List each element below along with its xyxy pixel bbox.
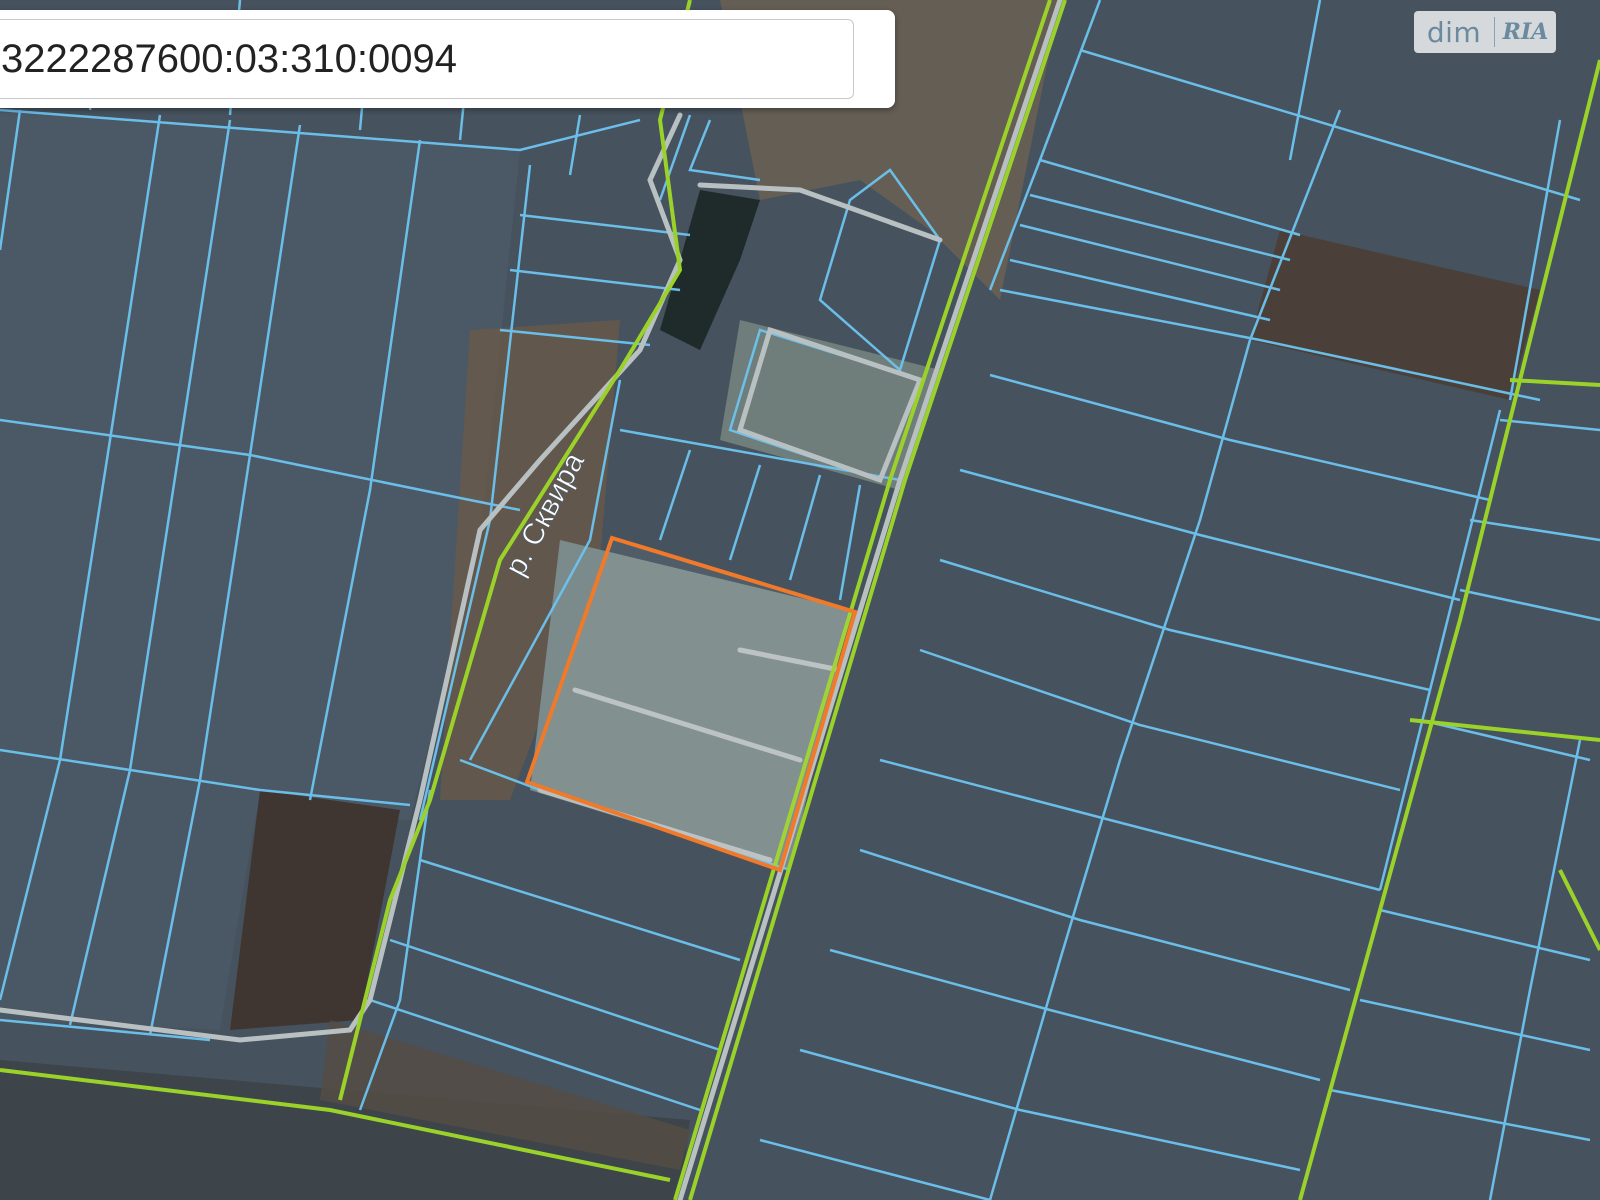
cadastral-search-box xyxy=(0,10,895,108)
dim-ria-watermark: dim RIA xyxy=(1414,11,1556,53)
watermark-dim: dim xyxy=(1426,15,1482,49)
cadastral-map[interactable]: р. Сквира xyxy=(0,0,1600,1200)
watermark-ria: RIA xyxy=(1502,19,1549,45)
cadastral-number-input[interactable] xyxy=(0,19,854,99)
